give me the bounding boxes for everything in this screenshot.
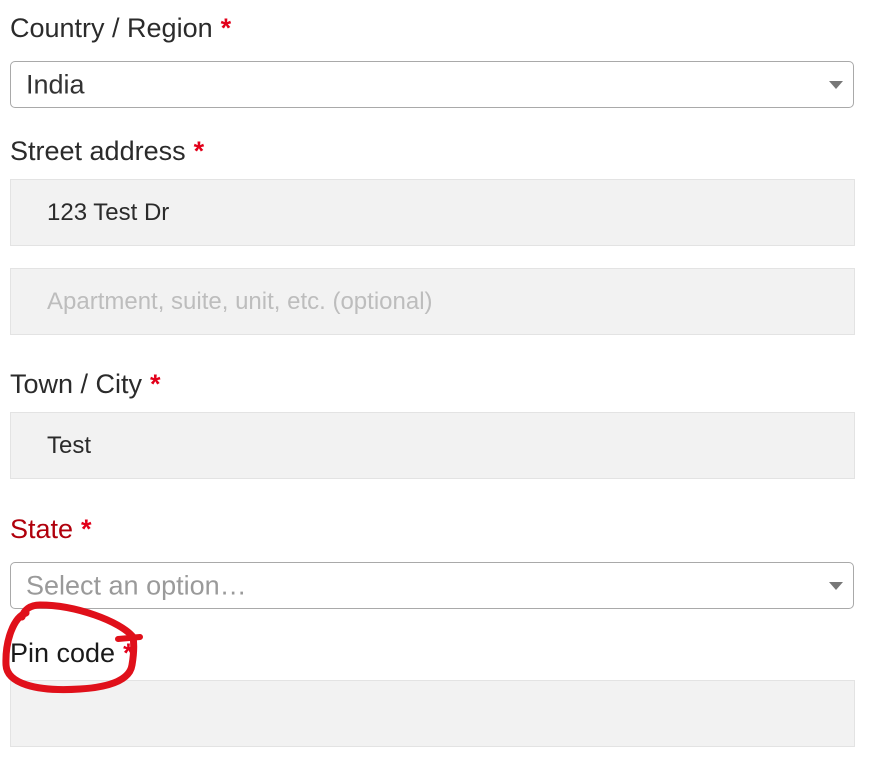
street-address-line1-value: 123 Test Dr xyxy=(47,198,170,226)
city-input-value: Test xyxy=(47,431,92,459)
street-address-label-text: Street address xyxy=(10,136,186,166)
street-address-line1-input[interactable]: 123 Test Dr xyxy=(10,179,855,246)
street-address-line2-input[interactable]: Apartment, suite, unit, etc. (optional) xyxy=(10,268,855,335)
state-label: State * xyxy=(10,516,92,543)
city-label: Town / City * xyxy=(10,371,161,398)
country-select-value: India xyxy=(26,69,85,99)
country-select[interactable]: India xyxy=(10,61,854,108)
city-input[interactable]: Test xyxy=(10,412,855,479)
required-asterisk: * xyxy=(220,13,232,43)
chevron-down-icon xyxy=(829,581,843,590)
chevron-down-icon xyxy=(829,80,843,89)
required-asterisk: * xyxy=(81,514,92,544)
required-asterisk: * xyxy=(193,136,205,166)
red-circle-annotation xyxy=(2,601,143,694)
street-address-label: Street address * xyxy=(10,138,204,165)
street-address-line2-placeholder: Apartment, suite, unit, etc. (optional) xyxy=(47,287,433,315)
country-label: Country / Region * xyxy=(10,15,231,42)
country-label-text: Country / Region xyxy=(10,13,213,43)
city-label-text: Town / City xyxy=(10,369,143,399)
state-label-text: State xyxy=(10,514,74,544)
required-asterisk: * xyxy=(150,369,161,399)
